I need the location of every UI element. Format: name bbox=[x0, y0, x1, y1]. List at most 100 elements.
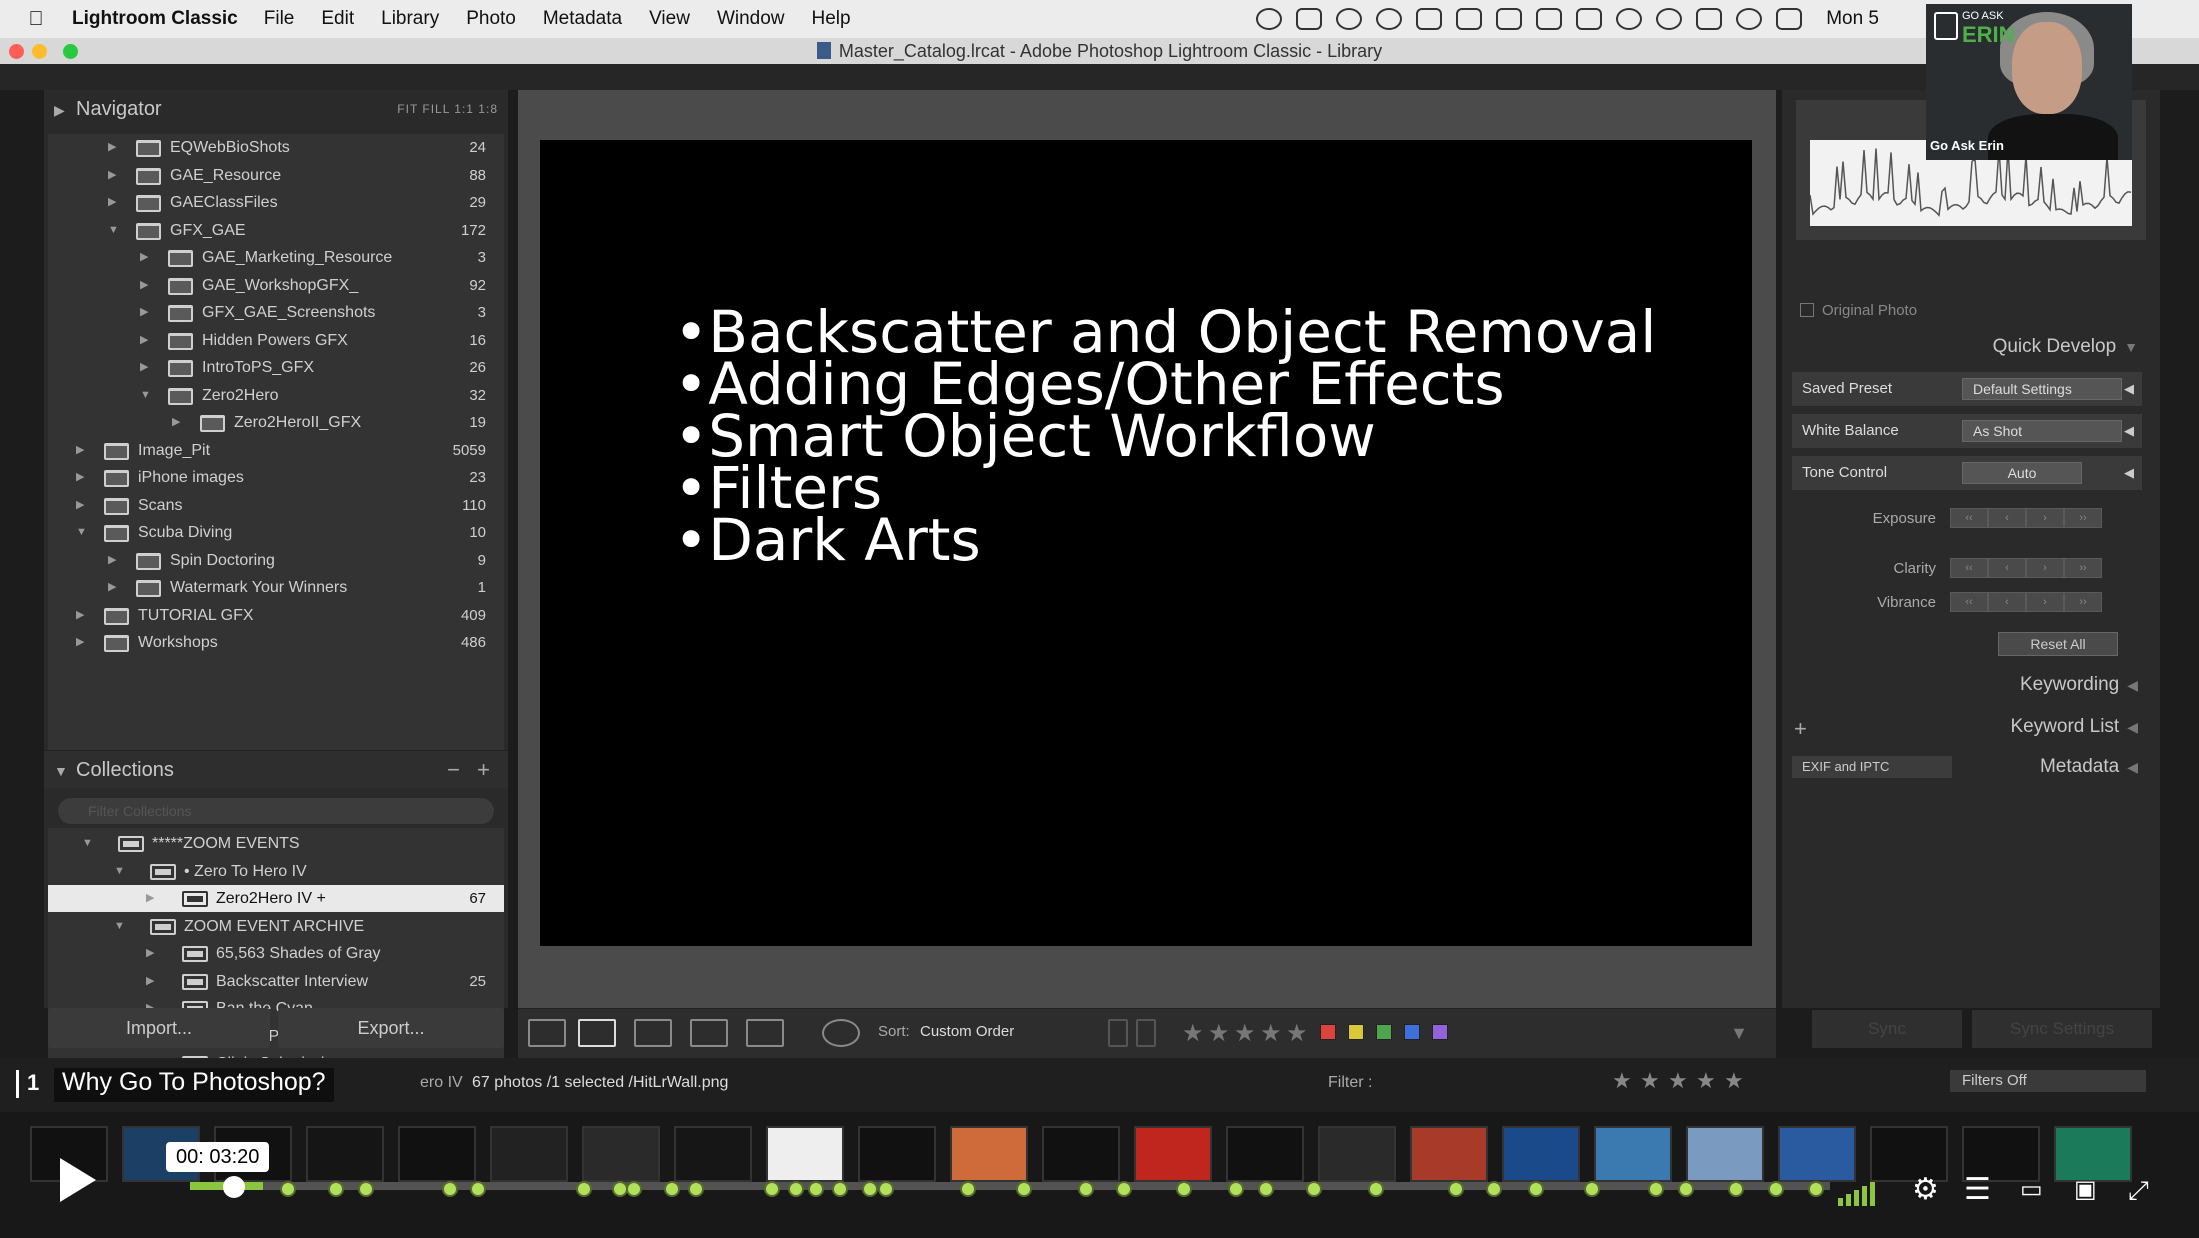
folder-row[interactable]: ▶ iPhone images 23 bbox=[48, 464, 504, 491]
star-icon[interactable]: ★ bbox=[1182, 1019, 1204, 1048]
speedometer-icon[interactable] bbox=[1256, 8, 1283, 30]
compare-view-icon[interactable] bbox=[634, 1019, 672, 1047]
filmstrip-thumbnail[interactable] bbox=[306, 1126, 384, 1182]
menu-library[interactable]: Library bbox=[381, 8, 439, 30]
collection-row[interactable]: ▶ 65,563 Shades of Gray bbox=[48, 940, 504, 967]
sort-direction-icon[interactable] bbox=[822, 1019, 860, 1047]
menu-metadata[interactable]: Metadata bbox=[543, 8, 622, 30]
chapter-marker[interactable] bbox=[328, 1181, 344, 1197]
filmstrip-thumbnail[interactable] bbox=[1410, 1126, 1488, 1182]
apple-icon[interactable]:  bbox=[20, 8, 52, 31]
airplay-icon[interactable] bbox=[1696, 8, 1723, 30]
toolbar-menu-chevron-icon[interactable]: ▼ bbox=[1730, 1023, 1748, 1044]
chapter-marker[interactable] bbox=[1306, 1181, 1322, 1197]
selection-info[interactable]: 67 photos /1 selected /HitLrWall.png bbox=[472, 1074, 728, 1092]
chapter-marker[interactable] bbox=[1448, 1181, 1464, 1197]
chapter-marker[interactable] bbox=[1258, 1181, 1274, 1197]
chapter-title[interactable]: Why Go To Photoshop? bbox=[54, 1068, 334, 1102]
chapter-marker[interactable] bbox=[280, 1181, 296, 1197]
sync-button[interactable]: Sync bbox=[1812, 1010, 1962, 1048]
clarity-down-button[interactable]: ‹ bbox=[1988, 558, 2026, 578]
close-window-button[interactable] bbox=[9, 44, 24, 59]
triangle-down-icon[interactable]: ▼ bbox=[114, 858, 125, 885]
chapter-marker[interactable] bbox=[1584, 1181, 1600, 1197]
folder-row[interactable]: ▶ GAE_WorkshopGFX_ 92 bbox=[48, 272, 504, 299]
expand-arrow-icon[interactable]: ◀ bbox=[2124, 456, 2134, 490]
fullscreen-icon[interactable]: ⤢ bbox=[2128, 1174, 2149, 1206]
triangle-down-icon[interactable]: ▼ bbox=[140, 382, 151, 409]
folder-row[interactable]: ▶ Watermark Your Winners 1 bbox=[48, 574, 504, 601]
airplay-icon[interactable]: ▭ bbox=[2020, 1174, 2043, 1206]
chapter-marker[interactable] bbox=[1728, 1181, 1744, 1197]
filmstrip-thumbnail[interactable] bbox=[582, 1126, 660, 1182]
filmstrip-thumbnail[interactable] bbox=[766, 1126, 844, 1182]
chapter-marker[interactable] bbox=[688, 1181, 704, 1197]
folder-row[interactable]: ▶ GFX_GAE_Screenshots 3 bbox=[48, 299, 504, 326]
chapter-marker[interactable] bbox=[1808, 1181, 1824, 1197]
filmstrip-thumbnail[interactable] bbox=[674, 1126, 752, 1182]
metadata-header[interactable]: Metadata ◀ bbox=[2040, 756, 2138, 778]
minimize-window-button[interactable] bbox=[32, 44, 47, 59]
triangle-right-icon[interactable]: ▶ bbox=[140, 244, 148, 271]
expand-arrow-icon[interactable]: ◀ bbox=[2124, 414, 2134, 448]
chapter-marker[interactable] bbox=[960, 1181, 976, 1197]
triangle-down-icon[interactable]: ▼ bbox=[108, 217, 119, 244]
wifi-icon[interactable] bbox=[1736, 8, 1763, 30]
volume-icon[interactable] bbox=[1838, 1174, 1878, 1206]
navigator-zoom-modes[interactable]: FIT FILL 1:1 1:8 bbox=[397, 90, 498, 128]
folder-row[interactable]: ▶ Spin Doctoring 9 bbox=[48, 547, 504, 574]
filmstrip-thumbnail[interactable] bbox=[398, 1126, 476, 1182]
chapter-marker[interactable] bbox=[358, 1181, 374, 1197]
triangle-right-icon[interactable]: ▶ bbox=[108, 189, 116, 216]
exposure-down-large-button[interactable]: ‹‹ bbox=[1950, 508, 1988, 528]
triangle-right-icon[interactable]: ▶ bbox=[140, 327, 148, 354]
menu-view[interactable]: View bbox=[649, 8, 690, 30]
triangle-right-icon[interactable]: ▶ bbox=[76, 464, 84, 491]
color-label-yellow[interactable] bbox=[1348, 1024, 1364, 1040]
triangle-right-icon[interactable]: ▶ bbox=[172, 409, 180, 436]
chapter-marker[interactable] bbox=[862, 1181, 878, 1197]
chapter-marker[interactable] bbox=[1768, 1181, 1784, 1197]
white-balance-select[interactable]: As Shot bbox=[1962, 420, 2122, 442]
chapters-list-icon[interactable]: ☰ bbox=[1964, 1174, 1991, 1206]
saved-preset-select[interactable]: Default Settings bbox=[1962, 378, 2122, 400]
password-icon[interactable] bbox=[1376, 8, 1403, 30]
folder-row[interactable]: ▶ TUTORIAL GFX 409 bbox=[48, 602, 504, 629]
menu-file[interactable]: File bbox=[264, 8, 295, 30]
picture-in-picture-icon[interactable]: ▣ bbox=[2074, 1174, 2097, 1206]
triangle-right-icon[interactable]: ▶ bbox=[140, 272, 148, 299]
filmstrip-thumbnail[interactable] bbox=[1502, 1126, 1580, 1182]
add-collection-button[interactable]: + bbox=[477, 751, 490, 789]
triangle-down-icon[interactable]: ▼ bbox=[114, 913, 125, 940]
triangle-right-icon[interactable]: ▶ bbox=[108, 574, 116, 601]
collection-row[interactable]: ▼ *****ZOOM EVENTS bbox=[48, 830, 504, 857]
filmstrip-thumbnail[interactable] bbox=[950, 1126, 1028, 1182]
chapter-marker[interactable] bbox=[1648, 1181, 1664, 1197]
play-button[interactable] bbox=[60, 1158, 96, 1202]
chapter-marker[interactable] bbox=[1176, 1181, 1192, 1197]
grid-view-icon[interactable] bbox=[528, 1019, 566, 1047]
menu-window[interactable]: Window bbox=[717, 8, 785, 30]
filters-select[interactable]: Filters Off bbox=[1950, 1070, 2146, 1092]
exposure-up-large-button[interactable]: ›› bbox=[2064, 508, 2102, 528]
chapter-marker[interactable] bbox=[576, 1181, 592, 1197]
chapter-marker[interactable] bbox=[832, 1181, 848, 1197]
folder-row[interactable]: ▶ Image_Pit 5059 bbox=[48, 437, 504, 464]
chapter-marker[interactable] bbox=[442, 1181, 458, 1197]
triangle-right-icon[interactable]: ▶ bbox=[108, 547, 116, 574]
folder-row[interactable]: ▶ GAE_Resource 88 bbox=[48, 162, 504, 189]
app-icon[interactable] bbox=[1536, 8, 1563, 30]
clarity-down-large-button[interactable]: ‹‹ bbox=[1950, 558, 1988, 578]
folder-row[interactable]: ▶ IntroToPS_GFX 26 bbox=[48, 354, 504, 381]
triangle-right-icon[interactable]: ▶ bbox=[108, 134, 116, 161]
chapter-marker[interactable] bbox=[1678, 1181, 1694, 1197]
folder-row[interactable]: ▼ GFX_GAE 172 bbox=[48, 217, 504, 244]
filmstrip-thumbnail[interactable] bbox=[1594, 1126, 1672, 1182]
metadata-preset-select[interactable]: EXIF and IPTC bbox=[1792, 756, 1952, 778]
star-icon[interactable]: ★ bbox=[1286, 1019, 1308, 1048]
folder-row[interactable]: ▶ Hidden Powers GFX 16 bbox=[48, 327, 504, 354]
gear-icon[interactable]: ⚙ bbox=[1912, 1174, 1939, 1206]
folder-row[interactable]: ▶ GAEClassFiles 29 bbox=[48, 189, 504, 216]
collections-header[interactable]: ▼ Collections − + bbox=[44, 750, 508, 788]
export-button[interactable]: Export... bbox=[278, 1008, 504, 1048]
